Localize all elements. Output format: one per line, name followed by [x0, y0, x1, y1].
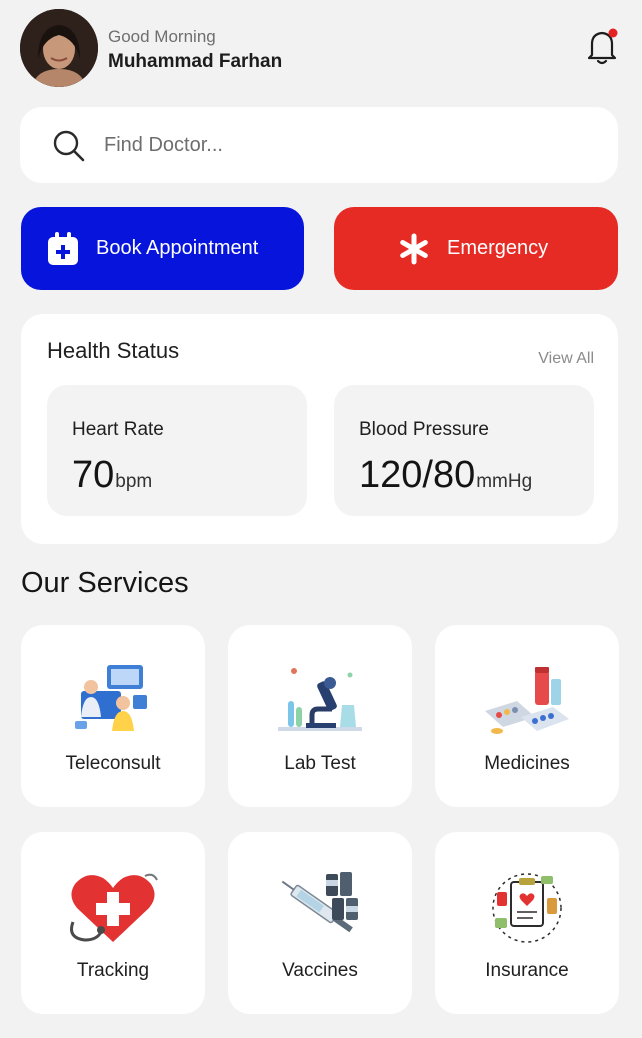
search-icon [53, 130, 85, 162]
service-label: Insurance [485, 960, 569, 981]
view-all-link[interactable]: View All [538, 350, 594, 368]
blood-pressure-value: 120/80mmHg [359, 454, 532, 497]
service-teleconsult[interactable]: Teleconsult [21, 625, 205, 807]
tracking-icon [70, 873, 158, 942]
service-label: Teleconsult [65, 753, 161, 774]
service-lab-test[interactable]: Lab Test [228, 625, 412, 807]
teleconsult-icon [75, 665, 147, 731]
emergency-button[interactable]: Emergency [334, 207, 618, 290]
service-label: Lab Test [284, 753, 356, 774]
health-status-title: Health Status [47, 338, 180, 363]
blood-pressure-label: Blood Pressure [359, 419, 489, 440]
book-appointment-button[interactable]: Book Appointment [21, 207, 304, 290]
search-input[interactable] [104, 127, 584, 163]
medicines-icon [485, 667, 569, 734]
heart-rate-card[interactable]: Heart Rate 70bpm [47, 385, 307, 516]
notification-bell-icon[interactable] [586, 27, 620, 67]
calendar-plus-icon [48, 232, 78, 265]
service-label: Vaccines [282, 960, 358, 981]
book-appointment-label: Book Appointment [96, 237, 259, 259]
heart-rate-number: 70 [72, 454, 115, 496]
search-bar[interactable] [20, 107, 618, 183]
avatar[interactable] [20, 9, 98, 87]
notification-dot [608, 28, 618, 38]
service-insurance[interactable]: Insurance [435, 832, 619, 1014]
health-status-card: Health Status View All Heart Rate 70bpm … [21, 314, 618, 544]
greeting-text: Good Morning [108, 27, 216, 46]
header: Good Morning Muhammad Farhan [20, 9, 622, 87]
vaccines-icon [281, 872, 358, 933]
service-vaccines[interactable]: Vaccines [228, 832, 412, 1014]
user-name: Muhammad Farhan [108, 51, 283, 72]
blood-pressure-card[interactable]: Blood Pressure 120/80mmHg [334, 385, 594, 516]
asterisk-icon [400, 233, 428, 265]
service-medicines[interactable]: Medicines [435, 625, 619, 807]
service-tracking[interactable]: Tracking [21, 832, 205, 1014]
emergency-label: Emergency [447, 237, 549, 259]
service-label: Medicines [484, 753, 570, 774]
blood-pressure-unit: mmHg [476, 471, 533, 492]
insurance-icon [492, 873, 562, 943]
lab-test-icon [278, 668, 362, 731]
heart-rate-value: 70bpm [72, 454, 152, 497]
service-label: Tracking [76, 960, 150, 981]
services-title: Our Services [21, 567, 189, 599]
blood-pressure-number: 120/80 [359, 454, 476, 496]
heart-rate-label: Heart Rate [72, 419, 164, 440]
heart-rate-unit: bpm [115, 471, 153, 492]
